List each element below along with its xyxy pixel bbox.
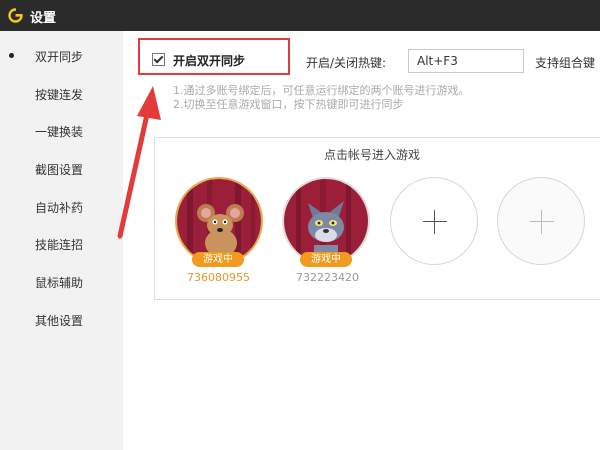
sidebar-item-label: 鼠标辅助 <box>35 276 84 290</box>
sidebar-item-label: 技能连招 <box>35 238 84 252</box>
title-bar: 设置 <box>0 0 600 31</box>
sidebar-item-dual-sync[interactable]: 双开同步 <box>0 36 123 73</box>
sidebar-item-label: 截图设置 <box>35 163 84 177</box>
hint-line-2: 2.切换至任意游戏窗口，按下热键即可进行同步 <box>173 98 404 111</box>
account-id-2: 732223420 <box>296 271 359 284</box>
sidebar-item-auto-potion[interactable]: 自动补药 <box>0 187 123 224</box>
plus-icon <box>434 210 435 234</box>
plus-icon <box>423 221 447 222</box>
sidebar-item-mouse-assist[interactable]: 鼠标辅助 <box>0 262 123 299</box>
account-id-1: 736080955 <box>187 271 250 284</box>
sidebar-item-label: 一键换装 <box>35 125 84 139</box>
settings-sidebar: 双开同步 按键连发 一键换装 截图设置 自动补药 技能连招 鼠标辅助 其他设置 <box>0 31 123 450</box>
sidebar-item-label: 自动补药 <box>35 201 84 215</box>
app-logo-icon <box>8 8 23 23</box>
plus-icon <box>541 210 542 234</box>
sidebar-item-label: 按键连发 <box>35 88 84 102</box>
dual-sync-label[interactable]: 开启双开同步 <box>173 52 245 69</box>
plus-icon <box>530 221 554 222</box>
hotkey-input[interactable]: Alt+F3 <box>408 49 524 73</box>
checkmark-icon <box>153 53 164 64</box>
sidebar-item-label: 其他设置 <box>35 314 84 328</box>
sidebar-item-other[interactable]: 其他设置 <box>0 300 123 337</box>
status-badge: 游戏中 <box>300 252 352 267</box>
sidebar-item-screenshot[interactable]: 截图设置 <box>0 149 123 186</box>
sidebar-item-quick-outfit[interactable]: 一键换装 <box>0 111 123 148</box>
sidebar-item-skill-combo[interactable]: 技能连招 <box>0 224 123 261</box>
accounts-panel-title: 点击帐号进入游戏 <box>324 148 421 162</box>
hotkey-label: 开启/关闭热键: <box>306 56 387 70</box>
sidebar-item-label: 双开同步 <box>35 50 84 64</box>
jerry-mouse-icon <box>177 179 261 263</box>
window-title: 设置 <box>30 11 57 26</box>
sidebar-item-key-repeat[interactable]: 按键连发 <box>0 74 123 111</box>
add-account-button[interactable] <box>390 177 478 265</box>
tom-cat-icon <box>284 179 368 263</box>
active-indicator-icon <box>9 53 14 58</box>
dual-sync-checkbox[interactable] <box>152 53 165 66</box>
status-badge: 游戏中 <box>192 252 244 267</box>
combo-key-note: 支持组合键 <box>535 56 596 70</box>
add-account-button-disabled[interactable] <box>497 177 585 265</box>
